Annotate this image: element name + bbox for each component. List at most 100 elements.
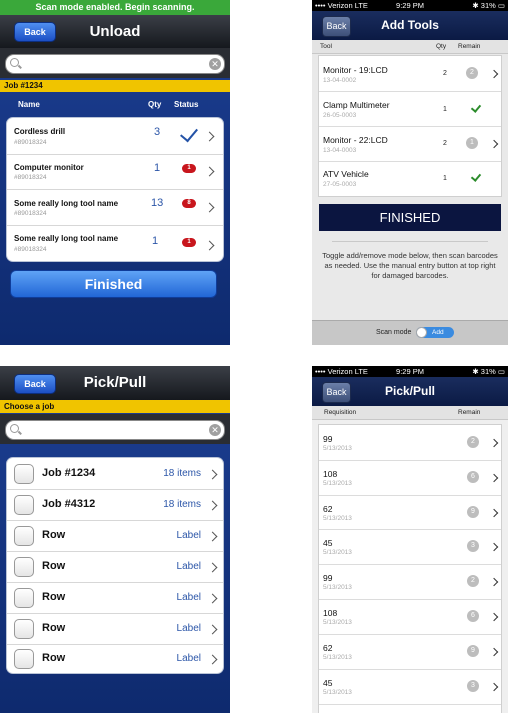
list-item[interactable]: 108 5/13/2013 6: [319, 599, 501, 635]
list-item[interactable]: Row Label: [7, 613, 223, 645]
chevron-right-icon: [204, 166, 215, 177]
page-title: Unload: [89, 23, 141, 40]
list-item[interactable]: Row Label: [7, 582, 223, 614]
bottom-toolbar: Scan mode Add: [312, 320, 508, 345]
checkbox[interactable]: [14, 588, 34, 608]
item-qty: 3: [154, 126, 161, 138]
row-label: Label: [176, 561, 201, 572]
list-item[interactable]: 62 5/13/2013 9: [319, 495, 501, 530]
bluetooth-icon: ✱: [472, 1, 479, 10]
header-remain: Remain: [458, 43, 481, 50]
item-name: Cordless drill: [14, 127, 66, 136]
row-name: Row: [42, 591, 66, 603]
list-item[interactable]: Some really long tool name #89018324 1 1: [7, 225, 223, 261]
chevron-right-icon: [207, 654, 218, 665]
scan-mode-label: Scan mode: [376, 329, 412, 336]
chevron-right-icon: [204, 131, 215, 142]
row-name: Row: [42, 622, 66, 634]
chevron-right-icon: [489, 542, 499, 552]
tool-name: Monitor - 22:LCD: [323, 135, 388, 145]
chevron-right-icon: [489, 473, 499, 483]
job-name: Job #1234: [42, 467, 96, 479]
page-title: Pick/Pull: [83, 374, 147, 391]
battery-icon: ▭: [497, 367, 505, 376]
search-input[interactable]: ✕: [5, 420, 225, 440]
header-requisition: Requisition: [324, 409, 357, 416]
unload-list: Cordless drill #89018324 3 Computer moni…: [6, 117, 224, 262]
list-item[interactable]: 99 5/13/2013 2: [319, 564, 501, 600]
remain-badge: 2: [467, 575, 479, 587]
checkbox[interactable]: [14, 464, 34, 484]
scan-mode-banner: Scan mode enabled. Begin scanning.: [0, 0, 230, 15]
tool-qty: 1: [443, 175, 447, 182]
remain-badge: 1: [466, 137, 478, 149]
requisition-date: 5/13/2013: [323, 549, 352, 556]
list-item[interactable]: Job #1234 18 items: [7, 458, 223, 490]
battery-icon: ▭: [497, 1, 505, 10]
clear-icon[interactable]: ✕: [209, 58, 221, 70]
tool-list: Monitor - 19:LCD 13-04-0002 2 2 Clamp Mu…: [318, 55, 502, 197]
requisition-number: 62: [323, 643, 333, 653]
header-remain: Remain: [458, 409, 481, 416]
checkbox[interactable]: [14, 526, 34, 546]
clear-icon[interactable]: ✕: [209, 424, 221, 436]
scan-mode-toggle[interactable]: Add: [416, 327, 454, 338]
remain-badge: 2: [467, 436, 479, 448]
list-item[interactable]: Clamp Multimeter 26-05-0003 1: [319, 91, 501, 127]
requisition-date: 5/13/2013: [323, 584, 352, 591]
list-item[interactable]: Monitor - 19:LCD 13-04-0002 2 2: [319, 56, 501, 92]
list-item[interactable]: Job #4312 18 items: [7, 489, 223, 521]
requisition-number: 45: [323, 538, 333, 548]
status-bar: •••• Verizon LTE 9:29 PM ✱ 31% ▭: [312, 366, 508, 377]
remain-badge: 9: [467, 506, 479, 518]
finished-button[interactable]: Finished: [10, 270, 217, 298]
list-item[interactable]: Row Label: [7, 644, 223, 673]
chevron-right-icon: [207, 469, 218, 480]
requisition-number: 108: [323, 469, 338, 479]
tool-qty: 2: [443, 140, 447, 147]
finished-button[interactable]: FINISHED: [319, 204, 501, 231]
checkmark-icon: [180, 123, 198, 143]
list-item[interactable]: Row Label: [7, 520, 223, 552]
status-badge: 1: [182, 238, 196, 247]
battery-percent: 31%: [480, 1, 496, 10]
search-icon: [10, 424, 19, 433]
item-qty: 13: [151, 197, 164, 209]
item-id: #89018324: [14, 139, 47, 146]
requisition-number: 99: [323, 573, 333, 583]
status-badge: 1: [182, 164, 196, 173]
checkbox[interactable]: [14, 495, 34, 515]
divider: [332, 241, 488, 242]
row-label: Label: [176, 530, 201, 541]
remain-badge: 6: [467, 610, 479, 622]
checkbox[interactable]: [14, 557, 34, 577]
list-item[interactable]: Computer monitor #89018324 1 1: [7, 154, 223, 190]
job-name: Job #4312: [42, 498, 96, 510]
list-item[interactable]: Monitor - 22:LCD 13-04-0003 2 1: [319, 126, 501, 162]
chevron-right-icon: [489, 508, 499, 518]
search-input[interactable]: ✕: [5, 54, 225, 74]
list-item[interactable]: ATV Vehicle 27-05-0003 1: [319, 161, 501, 196]
add-tools-navbar: Back Add Tools: [312, 11, 508, 40]
checkmark-icon: [470, 171, 482, 182]
list-item[interactable]: 45 5/13/2013 3: [319, 669, 501, 705]
chevron-right-icon: [207, 624, 218, 635]
row-label: Label: [176, 623, 201, 634]
item-name: Computer monitor: [14, 163, 84, 172]
list-item[interactable]: 62 5/13/2013 9: [319, 634, 501, 670]
list-item[interactable]: 45 5/13/2013 3: [319, 529, 501, 565]
remain-badge: 2: [466, 67, 478, 79]
checkmark-icon: [470, 102, 482, 113]
list-item[interactable]: Row Label: [7, 551, 223, 583]
requisition-date: 5/13/2013: [323, 445, 352, 452]
list-item[interactable]: 108 5/13/2013 6: [319, 460, 501, 496]
row-label: Label: [176, 653, 201, 664]
list-item[interactable]: Cordless drill #89018324 3: [7, 118, 223, 155]
checkbox[interactable]: [14, 619, 34, 639]
item-id: #89018324: [14, 246, 47, 253]
chevron-right-icon: [204, 240, 215, 251]
list-item[interactable]: Some really long tool name #89018324 13 …: [7, 189, 223, 226]
column-headers: Tool Qty Remain: [312, 40, 508, 54]
checkbox[interactable]: [14, 649, 34, 669]
list-item[interactable]: 99 5/13/2013 2: [319, 425, 501, 461]
